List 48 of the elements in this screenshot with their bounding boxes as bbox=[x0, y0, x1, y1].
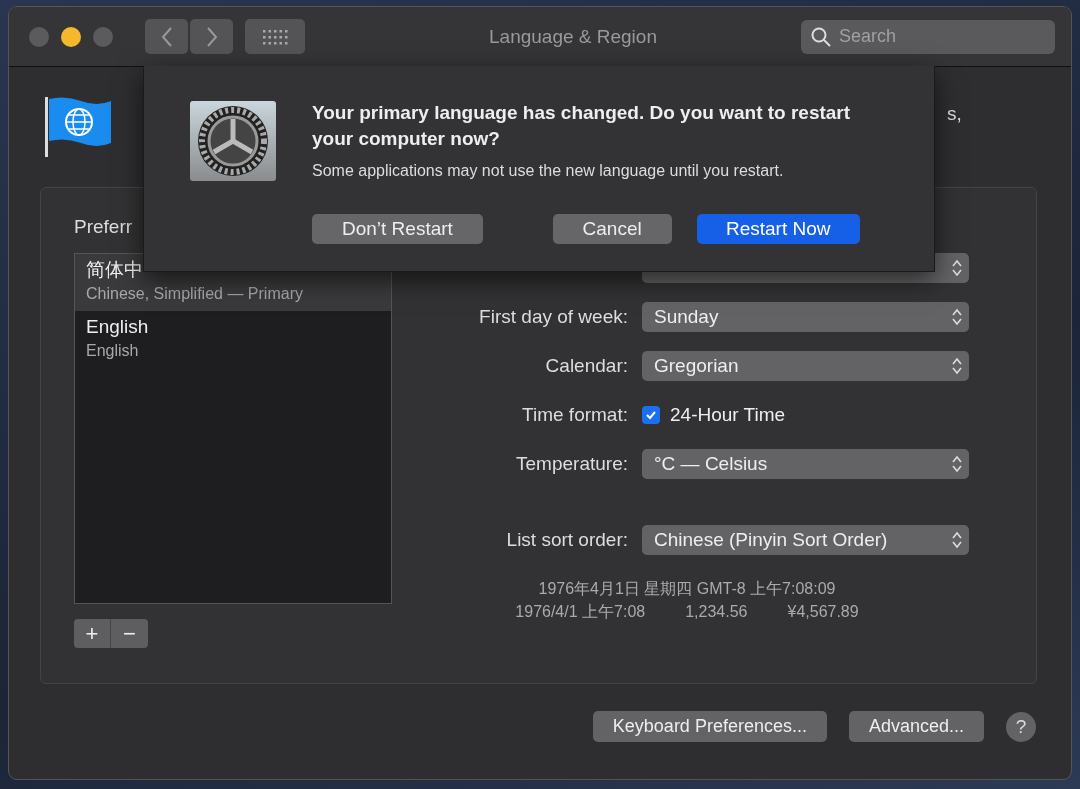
stepper-arrows-icon bbox=[951, 356, 963, 376]
sample-format-text: 1976/4/1 上午7:08 bbox=[515, 602, 646, 622]
help-button[interactable]: ? bbox=[1006, 711, 1036, 742]
forward-button[interactable] bbox=[190, 19, 233, 54]
stepper-arrows-icon bbox=[951, 454, 963, 474]
setting-label: Time format: bbox=[522, 404, 628, 426]
section-label: Preferr bbox=[74, 216, 133, 239]
popup-menu[interactable]: Sunday bbox=[642, 302, 969, 332]
default-button[interactable]: Restart Now bbox=[696, 214, 860, 244]
setting-label: List sort order: bbox=[506, 529, 628, 551]
checkbox[interactable] bbox=[642, 406, 660, 424]
language-item[interactable]: English English bbox=[75, 311, 391, 368]
stepper-arrows-icon bbox=[951, 258, 963, 278]
grid-icon bbox=[262, 28, 288, 45]
remove-button[interactable]: − bbox=[111, 619, 148, 648]
chevron-left-icon bbox=[159, 25, 174, 48]
description-text: s, bbox=[947, 103, 962, 125]
close-button[interactable] bbox=[29, 26, 49, 47]
search-field[interactable]: Search bbox=[801, 19, 1055, 54]
gear-icon bbox=[189, 100, 277, 182]
popup-menu[interactable]: °C — Celsius bbox=[642, 449, 969, 479]
stepper-arrows-icon bbox=[951, 307, 963, 327]
setting-label: First day of week: bbox=[479, 306, 628, 328]
back-button[interactable] bbox=[145, 19, 188, 54]
checkbox-label: 24-Hour Time bbox=[670, 404, 786, 426]
popup-menu[interactable]: Chinese (Pinyin Sort Order) bbox=[642, 525, 969, 555]
sample-format-text: 1,234.56 bbox=[685, 602, 748, 622]
chevron-right-icon bbox=[204, 25, 219, 48]
zoom-button[interactable] bbox=[93, 26, 113, 47]
search-icon bbox=[811, 26, 831, 47]
setting-label: Calendar: bbox=[545, 355, 628, 377]
dialog-message: Some applications may not use the new language until you restart. bbox=[312, 162, 785, 180]
footer-button[interactable]: Keyboard Preferences... bbox=[592, 711, 827, 742]
sample-date-text: 1976年4月1日 星期四 GMT-8 上午7:08:09 bbox=[538, 579, 836, 599]
footer-button[interactable]: Advanced... bbox=[848, 711, 984, 742]
show-all-button[interactable] bbox=[245, 19, 305, 54]
flag-globe-icon bbox=[45, 97, 113, 157]
add-button[interactable]: + bbox=[74, 619, 111, 648]
setting-label: Temperature: bbox=[516, 453, 628, 475]
popup-menu[interactable]: Gregorian bbox=[642, 351, 969, 381]
dialog-button[interactable]: Don’t Restart bbox=[312, 214, 483, 244]
checkmark-icon bbox=[645, 409, 657, 421]
dialog-button[interactable]: Cancel bbox=[552, 214, 672, 244]
dialog-title: Your primary language has changed. Do you want to restart your computer now? bbox=[312, 101, 852, 151]
sample-format-text: ¥4,567.89 bbox=[787, 602, 859, 622]
stepper-arrows-icon bbox=[951, 530, 963, 550]
window-title: Language & Region bbox=[488, 25, 658, 48]
minimize-button[interactable] bbox=[61, 26, 81, 47]
